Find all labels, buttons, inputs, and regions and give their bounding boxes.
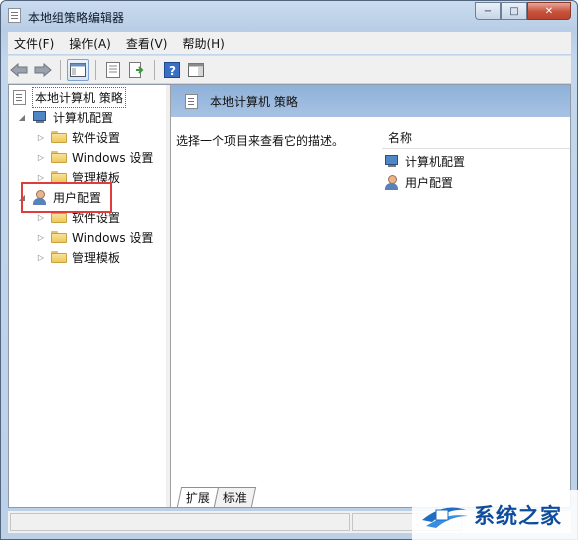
content-area: 本地计算机 策略 ◢ 计算机配置 ▷ 软件设置 ▷ Windows 设置 ▷ 管… xyxy=(8,84,571,508)
export-list-button[interactable] xyxy=(126,59,148,81)
policy-doc-icon xyxy=(185,93,198,109)
window-controls: − □ ✕ xyxy=(475,2,571,20)
window-title: 本地组策略编辑器 xyxy=(28,11,125,25)
list-item-label: 用户配置 xyxy=(405,175,454,190)
minimize-button[interactable]: − xyxy=(475,2,501,20)
watermark-logo-icon xyxy=(422,507,468,528)
toolbar-separator xyxy=(95,59,96,80)
annotation-highlight-box xyxy=(21,182,112,213)
tree-item-computer-config[interactable]: ◢ 计算机配置 xyxy=(18,107,113,127)
close-icon: ✕ xyxy=(544,5,554,17)
menu-action[interactable]: 操作(A) xyxy=(63,35,120,52)
help-button[interactable]: ? xyxy=(161,59,183,81)
toolbar-separator xyxy=(154,59,155,80)
description-text: 选择一个项目来查看它的描述。 xyxy=(176,134,345,148)
properties-icon xyxy=(106,61,120,78)
tree-pane[interactable]: 本地计算机 策略 ◢ 计算机配置 ▷ 软件设置 ▷ Windows 设置 ▷ 管… xyxy=(9,85,167,507)
details-pane: 本地计算机 策略 选择一个项目来查看它的描述。 名称 计算机配置 用户配置 扩展… xyxy=(171,85,570,507)
details-header: 本地计算机 策略 xyxy=(171,85,570,117)
show-action-pane-button[interactable] xyxy=(185,59,207,81)
menu-bar: 文件(F) 操作(A) 查看(V) 帮助(H) xyxy=(8,32,571,54)
user-icon xyxy=(384,174,400,190)
maximize-button[interactable]: □ xyxy=(501,2,527,20)
forward-button[interactable] xyxy=(32,59,54,81)
column-name-label: 名称 xyxy=(388,131,413,145)
show-hide-tree-button[interactable] xyxy=(67,58,89,81)
tree-label: Windows 设置 xyxy=(72,150,154,165)
main-window: 本地组策略编辑器 − □ ✕ 文件(F) 操作(A) 查看(V) 帮助(H) ?… xyxy=(0,0,578,540)
computer-icon xyxy=(384,154,400,168)
list-item-label: 计算机配置 xyxy=(405,154,466,169)
expand-closed-icon[interactable]: ▷ xyxy=(37,173,45,182)
tree-label: 管理模板 xyxy=(72,250,121,265)
computer-icon xyxy=(32,110,48,124)
menu-view[interactable]: 查看(V) xyxy=(120,35,177,52)
tree-label: Windows 设置 xyxy=(72,230,154,245)
list-item-user-config[interactable]: 用户配置 xyxy=(384,172,453,192)
expand-closed-icon[interactable]: ▷ xyxy=(37,253,45,262)
svg-text:?: ? xyxy=(169,64,176,78)
app-icon xyxy=(8,8,21,23)
tree-item-user-windows[interactable]: ▷ Windows 设置 xyxy=(37,227,153,247)
back-arrow-icon xyxy=(10,62,28,77)
expand-closed-icon[interactable]: ▷ xyxy=(37,153,45,162)
expand-closed-icon[interactable]: ▷ xyxy=(37,213,45,222)
toolbar-separator xyxy=(60,59,61,80)
tree-label: 计算机配置 xyxy=(53,110,114,125)
tree-item-root[interactable]: 本地计算机 策略 xyxy=(13,86,126,108)
list-item-computer-config[interactable]: 计算机配置 xyxy=(384,151,465,171)
forward-arrow-icon xyxy=(34,62,52,77)
menu-help[interactable]: 帮助(H) xyxy=(176,35,233,52)
back-button[interactable] xyxy=(8,59,30,81)
item-list[interactable]: 名称 计算机配置 用户配置 xyxy=(382,117,570,485)
folder-icon xyxy=(51,151,67,163)
tree-item-user-templates[interactable]: ▷ 管理模板 xyxy=(37,247,120,267)
folder-icon xyxy=(51,251,67,263)
watermark-text: 系统之家 xyxy=(474,504,562,528)
tree-item-computer-windows[interactable]: ▷ Windows 设置 xyxy=(37,147,153,167)
minimize-icon: − xyxy=(483,5,493,17)
column-header-name[interactable]: 名称 xyxy=(382,127,570,149)
title-bar[interactable]: 本地组策略编辑器 − □ ✕ xyxy=(1,1,577,31)
status-cell-main xyxy=(10,513,350,531)
folder-icon xyxy=(51,231,67,243)
tree-label: 软件设置 xyxy=(72,130,121,145)
watermark: 系统之家 xyxy=(412,490,578,540)
tree-item-computer-software[interactable]: ▷ 软件设置 xyxy=(37,127,120,147)
menu-file[interactable]: 文件(F) xyxy=(8,35,63,52)
properties-button[interactable] xyxy=(102,59,124,81)
tab-extended[interactable]: 扩展 xyxy=(176,487,220,507)
view-tabs: 扩展 标准 xyxy=(171,487,257,507)
expand-closed-icon[interactable]: ▷ xyxy=(37,133,45,142)
expand-open-icon[interactable]: ◢ xyxy=(18,113,26,122)
maximize-icon: □ xyxy=(509,5,519,17)
export-list-icon xyxy=(129,61,144,78)
policy-doc-icon xyxy=(13,89,26,105)
show-action-pane-icon xyxy=(188,62,204,77)
folder-icon xyxy=(51,131,67,143)
tree-root-label: 本地计算机 策略 xyxy=(32,86,126,108)
expand-closed-icon[interactable]: ▷ xyxy=(37,233,45,242)
show-hide-tree-icon xyxy=(70,62,86,77)
toolbar: ? xyxy=(8,55,571,83)
help-icon: ? xyxy=(164,61,180,78)
details-title: 本地计算机 策略 xyxy=(210,94,298,109)
tab-standard[interactable]: 标准 xyxy=(213,487,257,507)
close-button[interactable]: ✕ xyxy=(527,2,571,20)
